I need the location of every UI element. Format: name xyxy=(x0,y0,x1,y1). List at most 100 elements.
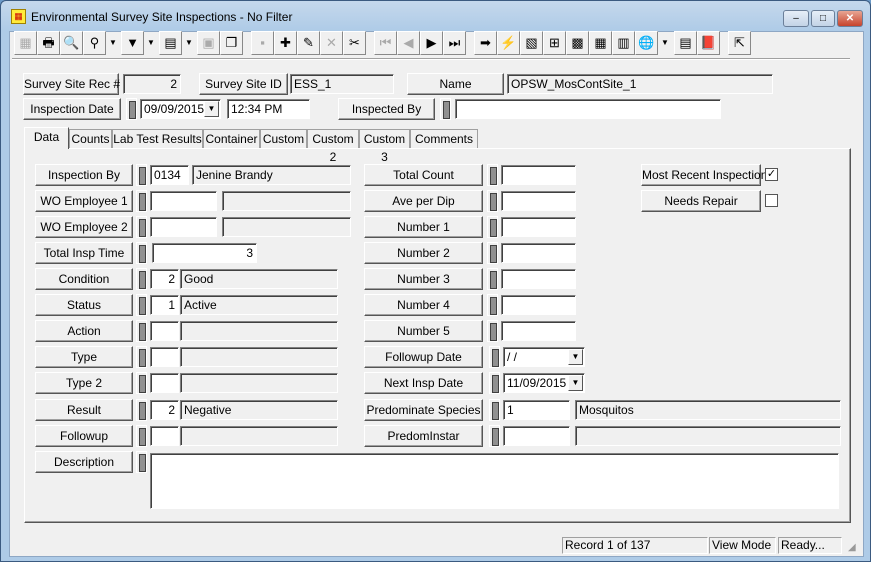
inspection-by-label-button[interactable]: Inspection By xyxy=(35,164,133,186)
print-preview-button[interactable]: 🔍 xyxy=(60,31,83,55)
maximize-button[interactable]: □ xyxy=(811,10,835,27)
globe-map-button[interactable]: 🌐 xyxy=(635,31,658,55)
chart-button[interactable]: ▥ xyxy=(612,31,635,55)
field-handle[interactable] xyxy=(489,425,500,447)
field-handle[interactable] xyxy=(136,190,147,212)
first-record-button[interactable]: ⏮ xyxy=(374,31,397,55)
number-1-label-button[interactable]: Number 1 xyxy=(364,216,483,238)
chevron-down-icon[interactable]: ▼ xyxy=(568,375,583,391)
number-3-field[interactable] xyxy=(501,269,576,289)
number-4-field[interactable] xyxy=(501,295,576,315)
followup-date-combo[interactable]: / / ▼ xyxy=(503,347,585,367)
next-insp-date-combo[interactable]: 11/09/2015 ▼ xyxy=(503,373,585,393)
dropdown-arrow-icon[interactable]: ▼ xyxy=(145,31,157,55)
predominstar-label-button[interactable]: PredomInstar xyxy=(364,425,483,447)
goto-arrow-button[interactable]: ➡ xyxy=(474,31,497,55)
form-view-button[interactable]: ▦ xyxy=(14,31,37,55)
inspection-date-label-button[interactable]: Inspection Date xyxy=(23,98,121,120)
add-record-button[interactable]: ✚ xyxy=(274,31,297,55)
properties-button[interactable]: ▣ xyxy=(197,31,220,55)
result-label-button[interactable]: Result xyxy=(35,399,133,421)
type-2-label-button[interactable]: Type 2 xyxy=(35,372,133,394)
field-handle[interactable] xyxy=(487,190,498,212)
field-handle[interactable] xyxy=(136,451,147,473)
minimize-button[interactable]: – xyxy=(783,10,809,27)
condition-label-button[interactable]: Condition xyxy=(35,268,133,290)
chevron-down-icon[interactable]: ▼ xyxy=(568,349,583,365)
resize-grip-icon[interactable]: ◢ xyxy=(848,542,856,553)
followup-code-field[interactable] xyxy=(150,426,179,446)
inspected-by-label-button[interactable]: Inspected By xyxy=(338,98,435,120)
total-count-field[interactable] xyxy=(501,165,576,185)
number-3-label-button[interactable]: Number 3 xyxy=(364,268,483,290)
delete-button[interactable]: ✕ xyxy=(320,31,343,55)
tab-custom-3[interactable]: Custom 3 xyxy=(359,129,410,164)
print-button[interactable]: 🖶 xyxy=(37,31,60,55)
most-recent-inspection-label[interactable]: Most Recent Inspection xyxy=(641,164,767,186)
equipment-button[interactable]: ▩ xyxy=(566,31,589,55)
next-insp-date-label-button[interactable]: Next Insp Date xyxy=(364,372,483,394)
field-handle[interactable] xyxy=(136,320,147,342)
predominate-species-code-field[interactable]: 1 xyxy=(503,400,570,420)
wo-employee-2-label-button[interactable]: WO Employee 2 xyxy=(35,216,133,238)
help-book-button[interactable]: 📕 xyxy=(697,31,720,55)
tab-data[interactable]: Data xyxy=(24,127,69,149)
number-2-field[interactable] xyxy=(501,243,576,263)
action-label-button[interactable]: Action xyxy=(35,320,133,342)
tab-custom[interactable]: Custom xyxy=(260,129,307,149)
exit-button[interactable]: ⇱ xyxy=(728,31,751,55)
find-button[interactable]: ⚲ xyxy=(83,31,106,55)
close-button[interactable]: ✕ xyxy=(837,10,863,27)
total-insp-time-label-button[interactable]: Total Insp Time xyxy=(35,242,133,264)
wo-employee-1-code-field[interactable] xyxy=(150,191,217,211)
field-handle[interactable] xyxy=(126,98,137,120)
name-label-button[interactable]: Name xyxy=(407,73,504,95)
field-handle[interactable] xyxy=(487,242,498,264)
edit-pencil-button[interactable]: ✎ xyxy=(297,31,320,55)
field-handle[interactable] xyxy=(136,242,147,264)
survey-site-id-label-button[interactable]: Survey Site ID xyxy=(199,73,288,95)
total-insp-time-field[interactable]: 3 xyxy=(152,243,257,263)
status-label-button[interactable]: Status xyxy=(35,294,133,316)
condition-code-field[interactable]: 2 xyxy=(150,269,179,289)
field-handle[interactable] xyxy=(136,294,147,316)
most-recent-inspection-checkbox[interactable]: ✓ xyxy=(765,168,778,181)
next-record-button[interactable]: ▶ xyxy=(420,31,443,55)
spreadsheet-button[interactable]: ▤ xyxy=(674,31,697,55)
field-handle[interactable] xyxy=(136,399,147,421)
inspected-by-field[interactable] xyxy=(455,99,721,119)
total-count-label-button[interactable]: Total Count xyxy=(364,164,483,186)
inspection-time-field[interactable]: 12:34 PM xyxy=(227,99,310,119)
field-handle[interactable] xyxy=(487,164,498,186)
description-textarea[interactable] xyxy=(150,453,839,509)
ave-per-dip-field[interactable] xyxy=(501,191,576,211)
tab-counts[interactable]: Counts xyxy=(69,129,112,149)
inspection-date-combo[interactable]: 09/09/2015 ▼ xyxy=(140,99,221,119)
wo-employee-2-code-field[interactable] xyxy=(150,217,217,237)
number-5-label-button[interactable]: Number 5 xyxy=(364,320,483,342)
field-handle[interactable] xyxy=(136,346,147,368)
save-button[interactable]: ▪ xyxy=(251,31,274,55)
report-button[interactable]: ▤ xyxy=(159,31,182,55)
previous-record-button[interactable]: ◀ xyxy=(397,31,420,55)
followup-label-button[interactable]: Followup xyxy=(35,425,133,447)
tab-comments[interactable]: Comments xyxy=(410,129,478,149)
type-2-code-field[interactable] xyxy=(150,373,179,393)
field-handle[interactable] xyxy=(136,425,147,447)
dropdown-arrow-icon[interactable]: ▼ xyxy=(183,31,195,55)
hierarchy-button[interactable]: ⊞ xyxy=(543,31,566,55)
needs-repair-label[interactable]: Needs Repair xyxy=(641,190,761,212)
dropdown-arrow-icon[interactable]: ▼ xyxy=(107,31,119,55)
field-handle[interactable] xyxy=(440,98,451,120)
number-1-field[interactable] xyxy=(501,217,576,237)
field-handle[interactable] xyxy=(136,216,147,238)
field-handle[interactable] xyxy=(487,216,498,238)
relations-button[interactable]: ▧ xyxy=(520,31,543,55)
chevron-down-icon[interactable]: ▼ xyxy=(204,101,219,117)
description-label-button[interactable]: Description xyxy=(35,451,133,473)
number-5-field[interactable] xyxy=(501,321,576,341)
ave-per-dip-label-button[interactable]: Ave per Dip xyxy=(364,190,483,212)
field-handle[interactable] xyxy=(489,346,500,368)
followup-date-label-button[interactable]: Followup Date xyxy=(364,346,483,368)
field-handle[interactable] xyxy=(136,164,147,186)
